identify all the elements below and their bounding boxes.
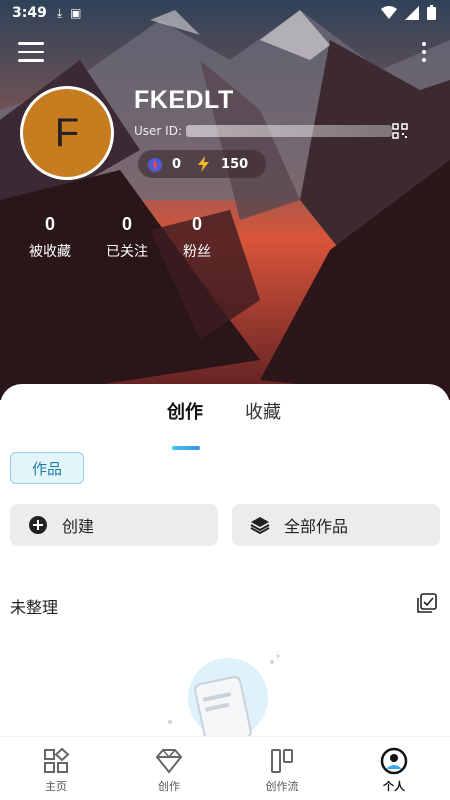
user-id-row: User ID: — [134, 124, 392, 138]
download-icon: ⤓ — [56, 5, 63, 20]
avatar[interactable]: F — [20, 86, 114, 180]
tab-bar: 创作 收藏 — [0, 398, 450, 450]
section-title-unsorted: 未整理 — [10, 598, 59, 617]
nav-home[interactable]: 主页 — [0, 737, 112, 800]
points-badge[interactable]: 0 150 — [138, 150, 266, 178]
nav-creation-stream[interactable]: 创作流 — [226, 737, 338, 800]
qr-code-icon[interactable] — [392, 123, 408, 139]
stat-label: 被收藏 — [29, 244, 71, 260]
tab-favorites[interactable]: 收藏 — [245, 398, 281, 424]
batch-select-icon[interactable] — [416, 592, 438, 614]
nav-home-label: 主页 — [45, 780, 67, 793]
all-works-label: 全部作品 — [284, 517, 349, 536]
username: FKEDLT — [134, 86, 234, 114]
lightning-icon — [198, 156, 210, 172]
mountain-illustration — [0, 0, 450, 400]
user-id-label: User ID: — [134, 124, 182, 138]
stat-favorited[interactable]: 0 被收藏 — [10, 214, 90, 261]
person-icon — [380, 747, 408, 775]
tab-indicator — [172, 446, 200, 450]
stat-label: 已关注 — [106, 244, 148, 260]
tab-creations[interactable]: 创作 — [167, 398, 203, 424]
columns-icon — [271, 749, 293, 773]
status-bar: 3:49 ⤓ ▣ — [0, 0, 450, 26]
menu-button[interactable] — [18, 42, 44, 64]
layers-icon — [250, 517, 270, 535]
status-time: 3:49 — [12, 5, 47, 21]
wifi-icon — [381, 5, 397, 19]
medal-icon — [148, 158, 162, 172]
nav-create-label: 创作 — [158, 780, 180, 793]
create-label: 创建 — [62, 517, 95, 536]
filter-chip-works[interactable]: 作品 — [10, 452, 84, 484]
all-works-button[interactable]: 全部作品 — [232, 504, 440, 546]
notification-icon: ▣ — [70, 6, 82, 20]
nav-creation-stream-label: 创作流 — [265, 780, 299, 793]
plus-circle-icon — [29, 516, 47, 534]
bottom-navigation: 主页 创作 创作流 个人 — [0, 736, 450, 800]
stat-value: 0 — [44, 214, 55, 234]
user-id-value-redacted — [186, 125, 392, 137]
stat-following[interactable]: 0 已关注 — [87, 214, 167, 261]
badge-left-value: 0 — [172, 156, 182, 172]
grid-icon — [44, 747, 70, 773]
stat-value: 0 — [121, 214, 132, 234]
nav-profile-label: 个人 — [383, 780, 405, 793]
more-options-button[interactable] — [420, 42, 428, 64]
stat-followers[interactable]: 0 粉丝 — [157, 214, 237, 261]
create-button[interactable]: 创建 — [10, 504, 218, 546]
badge-right-value: 150 — [221, 156, 249, 172]
diamond-icon — [155, 749, 183, 774]
battery-icon — [427, 5, 436, 20]
nav-profile[interactable]: 个人 — [338, 737, 450, 800]
profile-header-background — [0, 0, 450, 400]
stat-label: 粉丝 — [183, 244, 211, 260]
signal-icon — [405, 5, 419, 20]
nav-create[interactable]: 创作 — [113, 737, 225, 800]
stat-value: 0 — [191, 214, 202, 234]
